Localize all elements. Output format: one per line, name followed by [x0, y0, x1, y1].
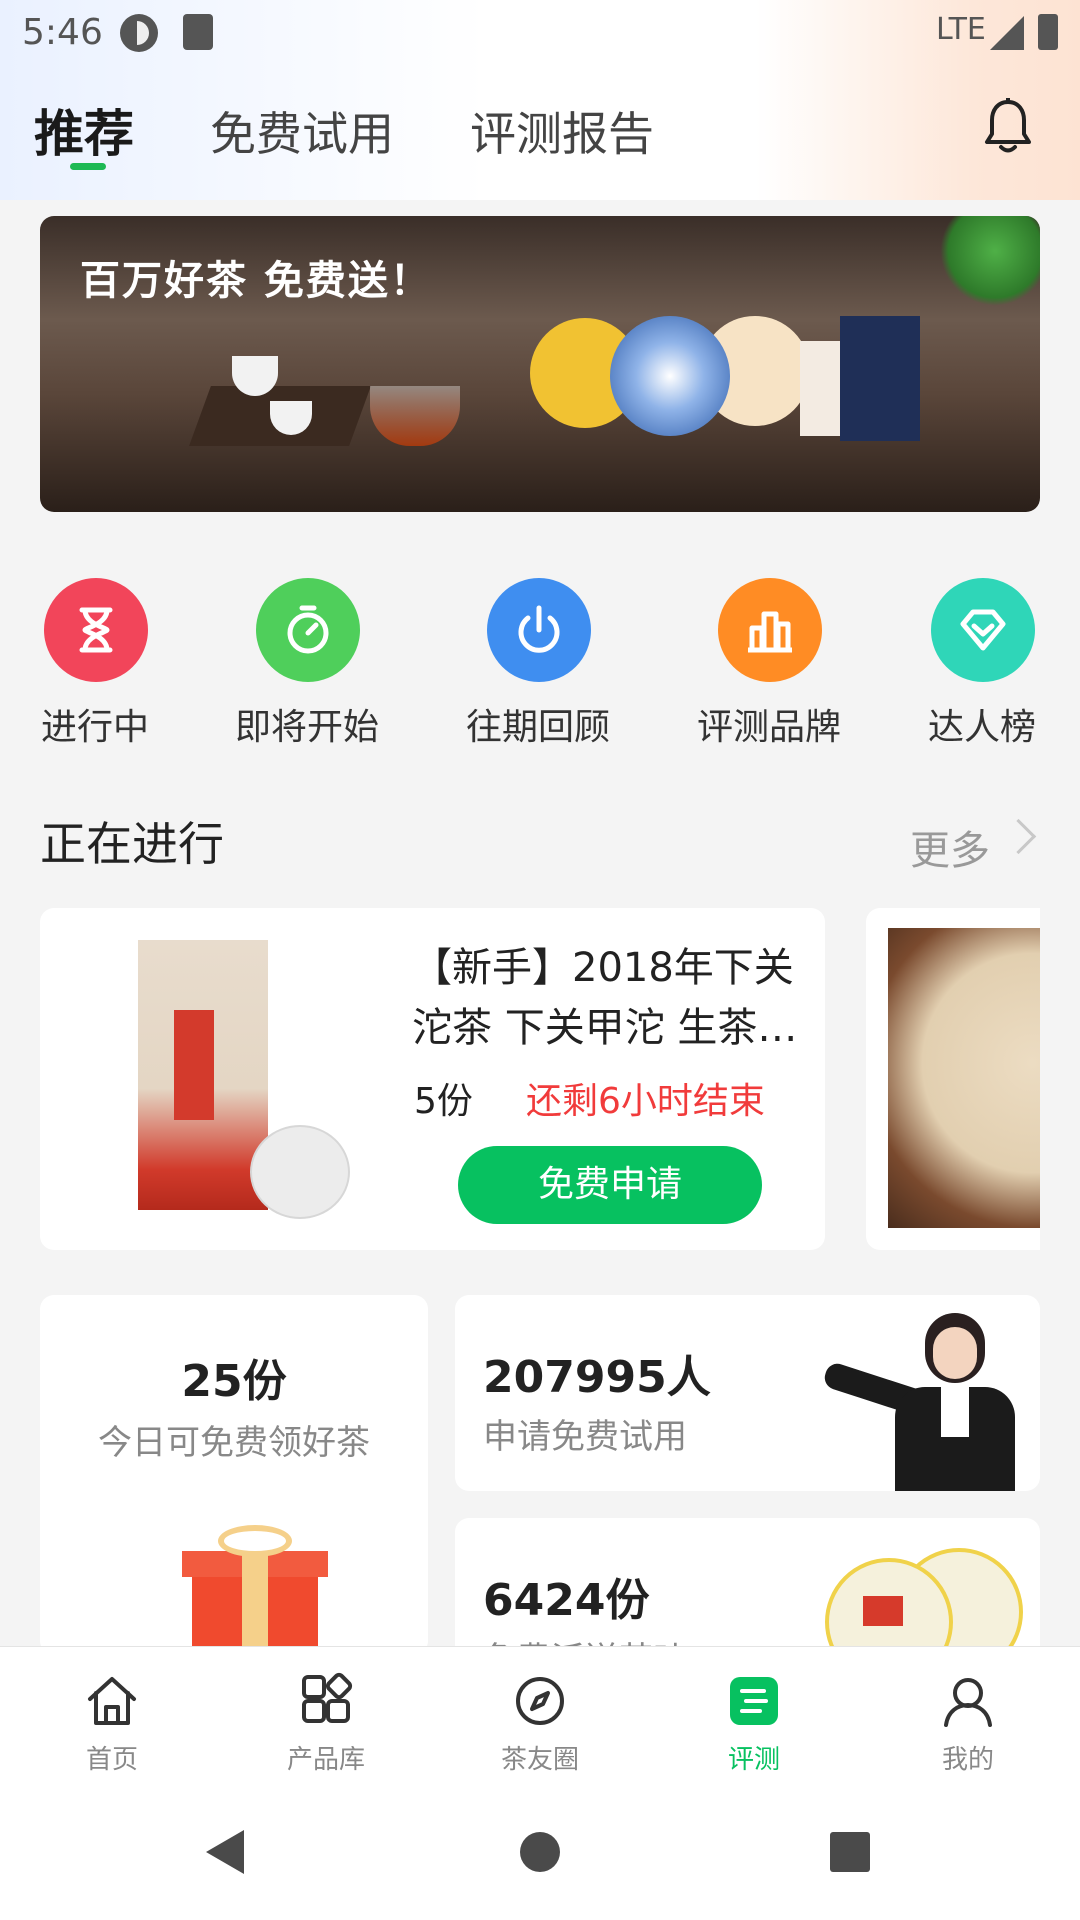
- home-icon: [88, 1677, 136, 1725]
- review-icon: [730, 1677, 778, 1725]
- back-icon[interactable]: [206, 1830, 244, 1874]
- apply-free-button[interactable]: 免费申请: [458, 1146, 762, 1224]
- today-free-card[interactable]: 25份 今日可免费领好茶: [40, 1295, 428, 1655]
- signal-icon: [990, 16, 1024, 50]
- shortcut-past-review[interactable]: 往期回顾: [463, 576, 613, 748]
- product-quantity: 5份: [414, 1081, 473, 1122]
- app-notification-icon: [120, 14, 158, 52]
- status-bar: 5:46 LTE: [0, 0, 1080, 62]
- product-image: [138, 940, 350, 1220]
- system-navigation-bar: [0, 1786, 1080, 1920]
- shortcut-label: 达人榜: [927, 707, 1036, 748]
- promo-banner[interactable]: 百万好茶 免费送！: [40, 216, 1040, 512]
- product-image: [888, 928, 1040, 1228]
- home-button-icon[interactable]: [520, 1832, 560, 1872]
- shortcut-in-progress[interactable]: 进行中: [20, 576, 170, 748]
- tea-bag-label: [174, 1010, 214, 1120]
- user-icon: [944, 1678, 992, 1727]
- shortcut-label: 进行中: [40, 707, 149, 748]
- more-link[interactable]: 更多: [910, 818, 990, 876]
- nav-me[interactable]: 我的: [898, 1647, 1038, 1787]
- product-card-next[interactable]: [866, 908, 1040, 1250]
- nav-label: 产品库: [286, 1745, 365, 1775]
- applicants-count: 207995人: [483, 1352, 711, 1403]
- active-tab-indicator: [70, 163, 106, 170]
- gift-box-icon: [182, 1525, 332, 1655]
- tea-cake-image: [610, 316, 730, 436]
- nav-review[interactable]: 评测: [684, 1647, 824, 1787]
- gift-bag-image: [840, 316, 920, 441]
- battery-icon: [1038, 14, 1058, 50]
- nav-products[interactable]: 产品库: [256, 1647, 396, 1787]
- today-free-label: 今日可免费领好茶: [98, 1423, 370, 1463]
- chevron-right-icon[interactable]: [1000, 818, 1037, 855]
- nav-label: 评测: [727, 1745, 780, 1775]
- nav-label: 首页: [85, 1745, 138, 1775]
- buildings-icon: [718, 578, 822, 682]
- hourglass-icon: [44, 578, 148, 682]
- power-icon: [487, 578, 591, 682]
- nav-label: 茶友圈: [500, 1745, 579, 1775]
- tea-cake-image: [250, 1125, 350, 1219]
- applicants-card[interactable]: 207995人 申请免费试用: [455, 1295, 1040, 1491]
- customer-service-image: [815, 1307, 1025, 1491]
- recent-apps-icon[interactable]: [830, 1832, 870, 1872]
- tab-review-report[interactable]: 评测报告: [470, 98, 654, 164]
- nav-home[interactable]: 首页: [42, 1647, 182, 1787]
- time-remaining: 还剩6小时结束: [526, 1081, 765, 1122]
- tab-recommend[interactable]: 推荐: [34, 94, 134, 166]
- banner-title: 百万好茶 免费送！: [80, 258, 432, 304]
- product-title: 【新手】2018年下关沱茶 下关甲沱 生茶…: [412, 945, 798, 1051]
- today-free-count: 25份: [181, 1356, 287, 1407]
- stopwatch-icon: [256, 578, 360, 682]
- section-title: 正在进行: [40, 817, 224, 871]
- grid-icon: [302, 1672, 353, 1723]
- shortcut-brands[interactable]: 评测品牌: [694, 576, 844, 748]
- compass-icon: [516, 1677, 564, 1725]
- applicants-label: 申请免费试用: [483, 1417, 687, 1457]
- shortcut-label: 往期回顾: [465, 707, 610, 748]
- shipped-count: 6424份: [483, 1575, 650, 1626]
- status-time: 5:46: [22, 12, 103, 53]
- bell-icon[interactable]: [983, 98, 1033, 156]
- tea-pitcher-image: [370, 386, 460, 446]
- shortcut-upcoming[interactable]: 即将开始: [232, 576, 382, 748]
- shortcut-label: 评测品牌: [696, 707, 841, 748]
- shortcut-label: 即将开始: [234, 707, 379, 748]
- leaf-decoration: [940, 216, 1040, 306]
- sd-card-icon: [183, 14, 213, 50]
- nav-label: 我的: [941, 1745, 994, 1775]
- bottom-navigation: 首页 产品库 茶友圈 评测 我的: [0, 1646, 1080, 1787]
- shortcut-leaderboard[interactable]: 达人榜: [907, 576, 1057, 748]
- top-tabs: 推荐 免费试用 评测报告: [0, 90, 1080, 180]
- network-type: LTE: [936, 12, 986, 47]
- nav-tea-friends[interactable]: 茶友圈: [470, 1647, 610, 1787]
- diamond-icon: [931, 578, 1035, 682]
- tab-free-trial[interactable]: 免费试用: [210, 98, 394, 164]
- product-card[interactable]: 【新手】2018年下关沱茶 下关甲沱 生茶… 5份 还剩6小时结束 免费申请: [40, 908, 825, 1250]
